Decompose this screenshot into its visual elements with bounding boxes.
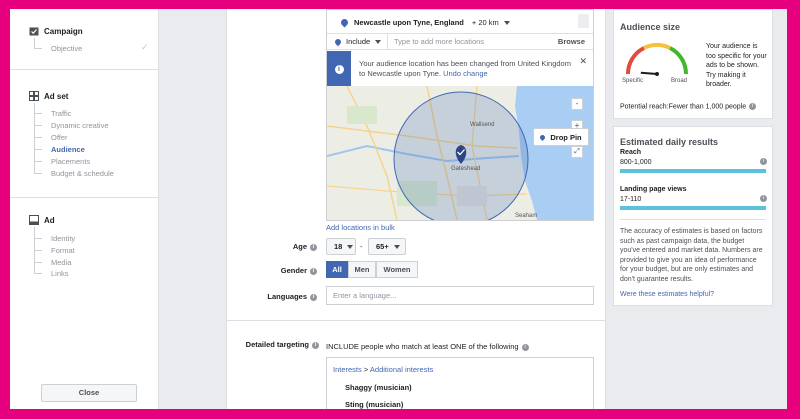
add-location-input[interactable]: Type to add more locations [388, 37, 558, 46]
sidebar-ad-title: Ad [44, 215, 55, 225]
interest-item[interactable]: Shaggy (musician) [345, 383, 412, 392]
gauge-low-label: Specific [622, 78, 644, 84]
sidebar-item-audience[interactable]: Audience [51, 145, 85, 154]
drop-pin-label: Drop Pin [550, 132, 582, 142]
gender-label: Gender i [227, 266, 317, 275]
breadcrumb-additional-interests[interactable]: Additional interests [370, 365, 433, 374]
location-title: Newcastle upon Tyne, England [354, 17, 464, 27]
campaign-icon [29, 26, 39, 36]
reach-value: 800-1,000 [620, 159, 652, 166]
include-dropdown[interactable]: Include [327, 34, 388, 49]
sidebar-ad-header[interactable]: Ad [29, 215, 55, 225]
radius-dropdown[interactable]: + 20 km [472, 18, 510, 27]
audience-gauge [625, 42, 689, 76]
include-match-text: INCLUDE people who match at least ONE of… [326, 342, 529, 351]
map-label-gateshead: Gateshead [451, 166, 481, 172]
age-min-select[interactable]: 18 [326, 238, 356, 255]
sidebar-item-format[interactable]: Format [51, 246, 75, 255]
fullscreen-icon[interactable]: ⤢ [571, 146, 583, 158]
sidebar-item-traffic[interactable]: Traffic [51, 109, 71, 118]
age-max-select[interactable]: 65+ [368, 238, 406, 255]
minimize-map-button[interactable]: - [571, 98, 583, 110]
help-icon[interactable]: i [310, 293, 317, 301]
location-changed-notice: i Your audience location has been change… [327, 51, 593, 87]
reach-bar [620, 169, 766, 173]
sidebar-item-dynamic-creative[interactable]: Dynamic creative [51, 121, 109, 130]
close-icon[interactable]: ✕ [579, 56, 587, 67]
landing-page-views-label: Landing page views [620, 186, 687, 193]
sidebar-adset-title: Ad set [44, 91, 69, 101]
interest-item[interactable]: Sting (musician) [345, 400, 403, 409]
check-icon: ✓ [141, 42, 149, 52]
info-icon: i [334, 64, 344, 74]
potential-reach: Potential reach:Fewer than 1,000 people i [620, 103, 757, 110]
gender-women-button[interactable]: Women [376, 261, 418, 278]
sidebar-item-links[interactable]: Links [51, 269, 69, 278]
browse-button[interactable]: Browse [558, 37, 593, 46]
estimates-helpful-link[interactable]: Were these estimates helpful? [620, 291, 714, 298]
chevron-down-icon [347, 244, 354, 249]
sidebar-item-identity[interactable]: Identity [51, 234, 75, 243]
help-icon[interactable]: i [310, 267, 317, 275]
add-locations-bulk-link[interactable]: Add locations in bulk [326, 223, 395, 232]
targeting-breadcrumb: Interests > Additional interests [333, 365, 434, 374]
landing-page-views-bar [620, 206, 766, 210]
languages-label: Languages i [227, 292, 317, 301]
adset-grid-icon [29, 91, 39, 101]
sidebar-item-placements[interactable]: Placements [51, 157, 90, 166]
location-scrollbar[interactable] [578, 14, 589, 28]
chevron-down-icon [393, 244, 400, 249]
reach-label: Reach [620, 149, 642, 156]
gender-all-button[interactable]: All [326, 261, 348, 278]
sidebar-campaign-title: Campaign [44, 26, 83, 36]
age-label: Age i [227, 242, 317, 251]
estimates-disclaimer: The accuracy of estimates is based on fa… [620, 228, 763, 283]
location-pin-icon [539, 133, 547, 141]
daily-results-title: Estimated daily results [620, 137, 719, 147]
location-map[interactable]: Wallsend Gateshead Seaham - + - ⤢ [327, 86, 593, 220]
daily-results-card: Estimated daily results Reach 800-1,000 … [613, 126, 773, 306]
sidebar: Campaign Objective ✓ Ad set Traffic Dyna… [10, 9, 159, 409]
include-label: Include [346, 37, 371, 46]
sidebar-item-objective[interactable]: Objective [51, 44, 82, 53]
ad-icon [29, 215, 39, 225]
help-icon[interactable]: i [312, 341, 319, 349]
close-button[interactable]: Close [41, 384, 137, 402]
chevron-down-icon [503, 20, 510, 25]
age-separator: - [360, 242, 363, 251]
gender-men-button[interactable]: Men [348, 261, 376, 278]
help-icon[interactable]: i [521, 343, 529, 351]
sidebar-item-offer[interactable]: Offer [51, 133, 68, 142]
include-row: Include Type to add more locations Brows… [327, 33, 593, 50]
language-input[interactable]: Enter a language... [326, 286, 594, 305]
breadcrumb-interests[interactable]: Interests [333, 365, 362, 374]
undo-change-link[interactable]: Undo change [443, 69, 488, 78]
help-icon[interactable]: i [760, 158, 767, 165]
audience-size-card: Audience size Specific Broad Your audien… [613, 9, 773, 119]
landing-page-views-value: 17-110 [620, 196, 642, 203]
audience-size-title: Audience size [620, 22, 681, 32]
location-selector: Newcastle upon Tyne, England + 20 km Inc… [326, 9, 594, 221]
map-canvas [327, 86, 593, 220]
sidebar-adset-header[interactable]: Ad set [29, 91, 68, 101]
audience-size-message: Your audience is too specific for your a… [706, 43, 767, 88]
detailed-targeting-label: Detailed targeting i [227, 340, 319, 349]
chevron-down-icon [375, 39, 382, 44]
map-label-wallsend: Wallsend [470, 122, 495, 128]
location-pin-icon [339, 17, 350, 27]
ads-manager-window: Campaign Objective ✓ Ad set Traffic Dyna… [10, 9, 787, 409]
help-icon[interactable]: i [749, 103, 757, 110]
gauge-high-label: Broad [671, 78, 688, 84]
map-label-seaham: Seaham [515, 213, 538, 219]
sidebar-item-media[interactable]: Media [51, 258, 71, 267]
help-icon[interactable]: i [760, 195, 767, 202]
audience-editor: Newcastle upon Tyne, England + 20 km Inc… [226, 9, 606, 409]
targeting-box: Interests > Additional interests Shaggy … [326, 357, 594, 409]
location-pin-icon [333, 37, 343, 46]
sidebar-item-budget-schedule[interactable]: Budget & schedule [51, 169, 114, 178]
selected-location: Newcastle upon Tyne, England + 20 km [327, 15, 593, 29]
drop-pin-button[interactable]: Drop Pin [533, 128, 589, 146]
sidebar-campaign-header[interactable]: Campaign [29, 26, 83, 36]
help-icon[interactable]: i [310, 243, 317, 251]
